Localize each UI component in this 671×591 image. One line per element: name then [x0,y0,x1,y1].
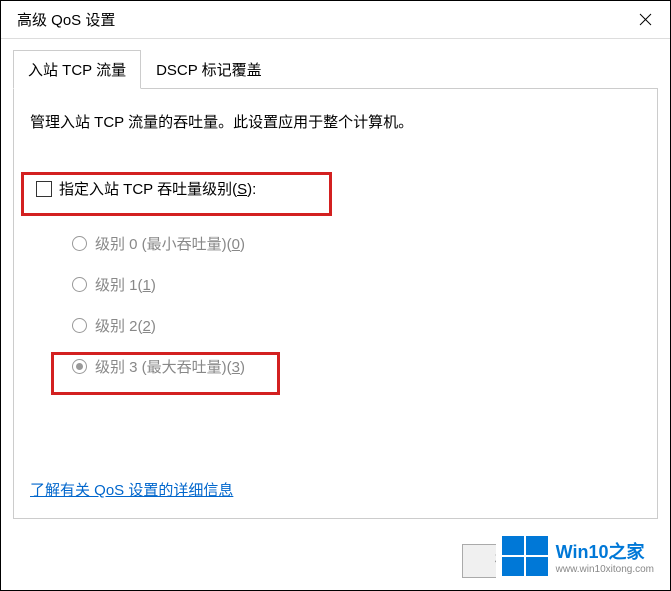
content-area: 入站 TCP 流量 DSCP 标记覆盖 管理入站 TCP 流量的吞吐量。此设置应… [1,39,670,519]
radio-input[interactable] [72,236,87,251]
panel-description: 管理入站 TCP 流量的吞吐量。此设置应用于整个计算机。 [30,111,641,132]
tab-label: 入站 TCP 流量 [28,62,126,79]
tab-strip: 入站 TCP 流量 DSCP 标记覆盖 [13,49,658,89]
titlebar: 高级 QoS 设置 [1,1,670,39]
radio-label: 级别 3 (最大吞吐量)(3) [95,356,245,377]
radio-input[interactable] [72,318,87,333]
windows-logo-icon [502,536,548,576]
tab-inbound-tcp[interactable]: 入站 TCP 流量 [13,50,141,89]
radio-level-1[interactable]: 级别 1(1) [66,264,641,305]
dialog-window: 高级 QoS 设置 入站 TCP 流量 DSCP 标记覆盖 管理入站 TCP 流… [0,0,671,591]
learn-more-link[interactable]: 了解有关 QoS 设置的详细信息 [30,479,233,500]
throughput-checkbox[interactable] [36,181,52,197]
close-icon [639,13,652,26]
close-button[interactable] [620,1,670,39]
radio-level-0[interactable]: 级别 0 (最小吞吐量)(0) [66,223,641,264]
radio-level-2[interactable]: 级别 2(2) [66,305,641,346]
watermark-url: www.win10xitong.com [556,564,654,575]
tab-dscp-override[interactable]: DSCP 标记覆盖 [141,50,277,89]
radio-label: 级别 0 (最小吞吐量)(0) [95,233,245,254]
tab-panel: 管理入站 TCP 流量的吞吐量。此设置应用于整个计算机。 指定入站 TCP 吞吐… [13,89,658,519]
radio-input[interactable] [72,277,87,292]
watermark-title: Win10之家 [556,538,645,564]
window-title: 高级 QoS 设置 [17,9,115,30]
radio-label: 级别 2(2) [95,315,156,336]
tab-label: DSCP 标记覆盖 [156,62,262,79]
throughput-radio-group: 级别 0 (最小吞吐量)(0) 级别 1(1) 级别 2(2) [66,223,641,387]
watermark: Win10之家 www.win10xitong.com [496,532,660,580]
radio-level-3[interactable]: 级别 3 (最大吞吐量)(3) [66,346,641,387]
throughput-checkbox-label: 指定入站 TCP 吞吐量级别(S): [59,178,256,199]
radio-input[interactable] [72,359,87,374]
radio-label: 级别 1(1) [95,274,156,295]
throughput-checkbox-row[interactable]: 指定入站 TCP 吞吐量级别(S): [30,172,641,205]
